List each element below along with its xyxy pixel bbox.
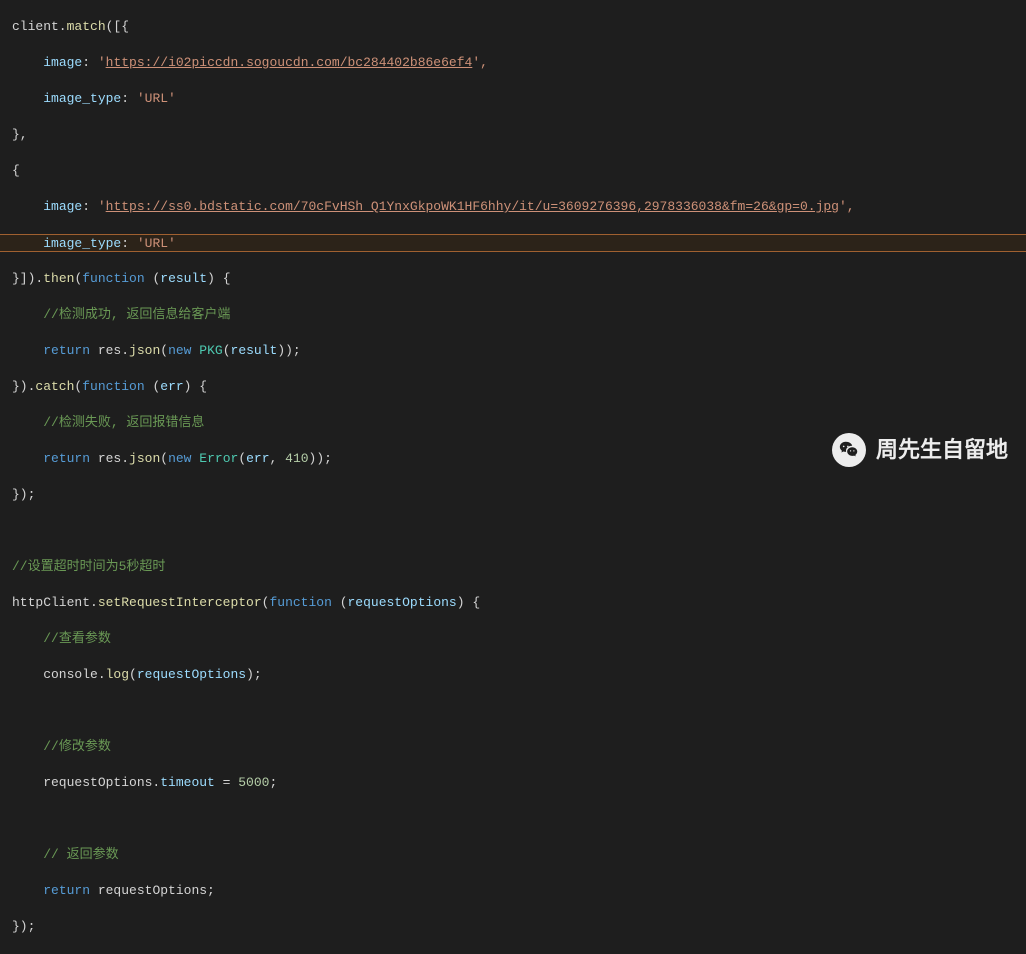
code-editor[interactable]: client.match([{ image: 'https://i02piccd… — [0, 0, 1026, 954]
watermark-text: 周先生自留地 — [876, 441, 1008, 459]
code-line[interactable]: //查看参数 — [12, 630, 1014, 648]
code-line[interactable]: httpClient.setRequestInterceptor(functio… — [12, 594, 1014, 612]
wechat-icon — [832, 433, 866, 467]
code-line[interactable]: }, — [12, 126, 1014, 144]
code-line[interactable]: //检测成功, 返回信息给客户端 — [12, 306, 1014, 324]
code-line[interactable]: //修改参数 — [12, 738, 1014, 756]
code-line[interactable]: //检测失败, 返回报错信息 — [12, 414, 1014, 432]
code-line[interactable]: return requestOptions; — [12, 882, 1014, 900]
code-line[interactable]: // 返回参数 — [12, 846, 1014, 864]
code-line[interactable] — [12, 702, 1014, 720]
watermark: 周先生自留地 — [832, 433, 1008, 467]
code-line[interactable]: return res.json(new PKG(result)); — [12, 342, 1014, 360]
code-line[interactable]: }); — [12, 486, 1014, 504]
code-line-highlighted[interactable]: image_type: 'URL' — [0, 234, 1026, 252]
code-line[interactable] — [12, 810, 1014, 828]
code-line[interactable]: console.log(requestOptions); — [12, 666, 1014, 684]
code-line[interactable]: client.match([{ — [12, 18, 1014, 36]
code-line[interactable] — [12, 522, 1014, 540]
code-line[interactable]: image: 'https://ss0.bdstatic.com/70cFvHS… — [12, 198, 1014, 216]
code-line[interactable]: //设置超时时间为5秒超时 — [12, 558, 1014, 576]
code-line[interactable]: requestOptions.timeout = 5000; — [12, 774, 1014, 792]
code-line[interactable]: }); — [12, 918, 1014, 936]
code-line[interactable]: image_type: 'URL' — [12, 90, 1014, 108]
code-line[interactable]: image: 'https://i02piccdn.sogoucdn.com/b… — [12, 54, 1014, 72]
code-line[interactable]: }]).then(function (result) { — [12, 270, 1014, 288]
code-line[interactable]: }).catch(function (err) { — [12, 378, 1014, 396]
code-line[interactable]: { — [12, 162, 1014, 180]
